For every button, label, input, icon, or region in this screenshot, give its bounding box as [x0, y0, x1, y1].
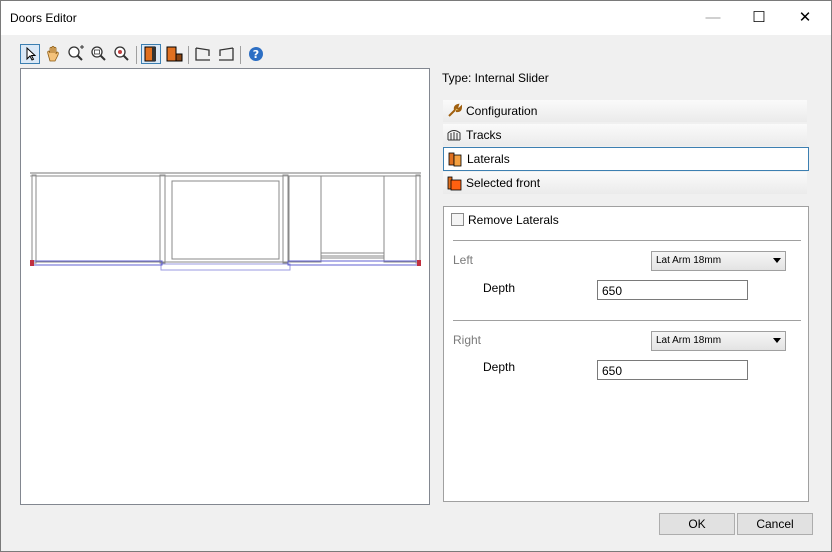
door-front-view-icon[interactable] — [141, 44, 161, 64]
chevron-down-icon — [773, 338, 781, 343]
toolbar-separator — [240, 46, 241, 64]
zoom-in-icon[interactable] — [66, 44, 86, 64]
wrench-icon — [448, 103, 462, 117]
door-preview-canvas[interactable] — [20, 68, 430, 505]
door-elevation-drawing — [30, 172, 421, 271]
pan-icon[interactable] — [43, 44, 63, 64]
type-label: Type: Internal Slider — [442, 71, 549, 85]
right-depth-label: Depth — [483, 360, 516, 374]
left-lateral-select-value: Lat Arm 18mm — [656, 255, 722, 266]
right-lateral-select-value: Lat Arm 18mm — [656, 335, 722, 346]
tracks-icon — [447, 130, 461, 141]
left-lateral-select[interactable]: Lat Arm 18mm — [651, 251, 786, 271]
section-selected-front[interactable]: Selected front — [443, 172, 807, 194]
toolbar-separator — [188, 46, 189, 64]
section-configuration[interactable]: Configuration — [443, 100, 807, 122]
svg-text:?: ? — [253, 48, 259, 61]
left-depth-label: Depth — [483, 281, 516, 295]
perspective-left-icon[interactable] — [193, 44, 213, 64]
divider — [453, 320, 801, 321]
minimize-button[interactable]: — — [690, 1, 736, 35]
right-depth-value: 650 — [602, 364, 623, 378]
selected-front-icon — [447, 176, 462, 191]
section-label: Configuration — [466, 104, 538, 118]
chevron-down-icon — [773, 258, 781, 263]
left-depth-input[interactable]: 650 — [597, 280, 748, 300]
remove-laterals-label: Remove Laterals — [468, 213, 559, 227]
right-label: Right — [453, 333, 482, 347]
window-title: Doors Editor — [10, 11, 77, 25]
help-icon[interactable]: ? — [246, 44, 266, 64]
zoom-window-icon[interactable] — [89, 44, 109, 64]
maximize-button[interactable]: ☐ — [736, 1, 782, 35]
right-depth-input[interactable]: 650 — [597, 360, 748, 380]
section-tracks[interactable]: Tracks — [443, 124, 807, 146]
section-laterals[interactable]: Laterals — [443, 147, 809, 171]
section-label: Selected front — [466, 176, 541, 190]
perspective-right-icon[interactable] — [216, 44, 236, 64]
toolbar: ? — [18, 44, 273, 66]
close-button[interactable]: ✕ — [782, 1, 828, 35]
section-label: Tracks — [466, 128, 502, 142]
cancel-button[interactable]: Cancel — [737, 513, 813, 535]
pointer-icon[interactable] — [20, 44, 40, 64]
left-depth-value: 650 — [602, 284, 623, 298]
remove-laterals-checkbox[interactable] — [451, 213, 464, 226]
door-side-view-icon[interactable] — [164, 44, 184, 64]
ok-button[interactable]: OK — [659, 513, 735, 535]
zoom-extents-icon[interactable] — [112, 44, 132, 64]
divider — [453, 240, 801, 241]
laterals-icon — [448, 152, 462, 167]
left-label: Left — [453, 253, 474, 267]
toolbar-separator — [136, 46, 137, 64]
right-lateral-select[interactable]: Lat Arm 18mm — [651, 331, 786, 351]
section-label: Laterals — [467, 152, 510, 166]
